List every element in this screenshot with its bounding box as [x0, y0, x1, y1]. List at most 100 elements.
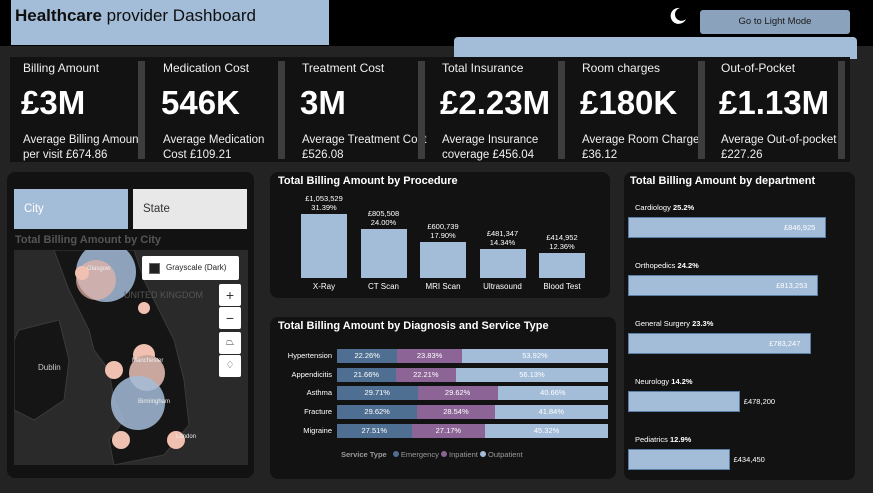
compass-icon[interactable]: ♢ [219, 355, 241, 377]
kpi-label: Treatment Cost [302, 61, 385, 75]
department-value-label: £813,253 [776, 281, 808, 290]
department-bar[interactable] [628, 449, 730, 470]
kpi-card-out-of-pocket: Out-of-Pocket £1.13M Average Out-of-pock… [708, 57, 850, 162]
kpi-card-treatment: Treatment Cost 3M Average Treatment Cost… [289, 57, 429, 162]
diagnosis-segment[interactable]: 22.26% [337, 349, 398, 363]
department-label: Pediatrics 12.9% [635, 435, 692, 444]
kpi-strip: Billing Amount £3M Average Billing Amoun… [10, 57, 850, 162]
diagnosis-category-label: Hypertension [287, 351, 332, 360]
kpi-label: Billing Amount [23, 61, 100, 75]
diagnosis-segment[interactable]: 29.62% [337, 405, 418, 420]
legend-inpatient: Inpatient [449, 450, 478, 459]
city-map[interactable]: UNITED KINGDOM Dublin Glasgow Manchester… [14, 250, 248, 465]
procedure-bar[interactable] [479, 248, 526, 278]
legend-outpatient: Outpatient [488, 450, 523, 459]
department-label: General Surgery 23.3% [635, 319, 714, 328]
map-title: Total Billing Amount by City [15, 234, 162, 246]
bubble[interactable] [105, 361, 123, 379]
procedure-percent-label: 14.34% [489, 237, 516, 247]
legend-inpatient-dot [440, 451, 447, 457]
department-chart-title: Total Billing Amount by department [630, 175, 816, 187]
department-bar[interactable] [628, 391, 740, 412]
city-slicer[interactable]: City [14, 189, 128, 229]
kpi-sub: Average Billing Amount per visit £674.86 [23, 134, 142, 161]
kpi-sub: Average Out-of-pocket £227.26 [721, 134, 837, 161]
title-banner: Healthcare provider Dashboard [11, 0, 329, 45]
map-style-selector[interactable]: Grayscale (Dark) [142, 256, 239, 280]
procedure-category-label: MRI Scan [425, 282, 461, 291]
map-canvas: UNITED KINGDOM Dublin Glasgow Manchester… [14, 250, 248, 465]
map-style-icon [149, 263, 160, 274]
map-style-label: Grayscale (Dark) [166, 263, 227, 272]
department-value-label: £478,200 [743, 397, 776, 406]
procedure-bar[interactable] [301, 214, 347, 278]
kpi-label: Out-of-Pocket [721, 61, 796, 75]
procedure-percent-label: 12.36% [549, 241, 575, 251]
diagnosis-category-label: Appendicitis [291, 369, 332, 379]
diagnosis-segment[interactable]: 56.13% [455, 367, 608, 382]
department-value-label: £434,450 [733, 455, 765, 464]
kpi-value: £2.23M [440, 84, 551, 121]
diagnosis-segment[interactable]: 53.92% [461, 349, 608, 363]
kpi-value: £1.13M [719, 84, 830, 121]
diagnosis-category-label: Migraine [303, 425, 332, 435]
procedure-percent-label: 31.39% [311, 203, 337, 212]
map-label-uk: UNITED KINGDOM [124, 290, 203, 300]
map-label-manchester: Manchester [132, 358, 163, 364]
legend-outpatient-dot [479, 451, 486, 457]
procedure-percent-label: 17.90% [430, 230, 456, 240]
procedure-category-label: X-Ray [312, 282, 336, 291]
department-label: Neurology 14.2% [635, 377, 693, 386]
kpi-value: £3M [21, 84, 86, 121]
bubble[interactable] [112, 431, 130, 449]
diagnosis-segment[interactable]: 45.32% [485, 423, 608, 438]
kpi-divider [418, 61, 425, 159]
kpi-sub: Average Room Charge £36.12 [582, 134, 700, 161]
kpi-sub: Average Medication Cost £109.21 [163, 134, 265, 161]
kpi-card-medication: Medication Cost 546K Average Medication … [150, 57, 290, 162]
procedure-chart-title: Total Billing Amount by Procedure [278, 175, 458, 187]
legend-emergency-dot [392, 451, 399, 457]
diagnosis-category-label: Asthma [306, 388, 332, 398]
kpi-label: Total Insurance [442, 61, 524, 75]
diagnosis-segment[interactable]: 40.66% [497, 386, 608, 401]
department-label: Cardiology 25.2% [635, 203, 695, 212]
map-label-dublin: Dublin [38, 363, 61, 372]
procedure-percent-label: 24.00% [370, 218, 397, 228]
kpi-label: Room charges [582, 61, 661, 75]
procedure-bar[interactable] [360, 229, 407, 278]
bubble[interactable] [138, 302, 150, 314]
kpi-sub: Average Insurance coverage £456.04 [442, 134, 539, 161]
diagnosis-segment[interactable]: 27.17% [411, 423, 486, 438]
diagnosis-segment[interactable]: 23.83% [397, 349, 462, 363]
diagnosis-segment[interactable]: 29.71% [337, 386, 418, 401]
diagnosis-segment[interactable]: 41.84% [494, 405, 608, 420]
legend-title: Service Type [341, 450, 387, 459]
procedure-category-label: Ultrasound [483, 282, 522, 291]
diagnosis-segment[interactable]: 21.66% [337, 367, 396, 382]
kpi-divider [698, 61, 705, 159]
zoom-in-button[interactable]: + [219, 284, 241, 306]
kpi-value: 3M [300, 84, 346, 121]
diagnosis-segment[interactable]: 28.54% [417, 405, 495, 420]
tilt-icon[interactable]: ⏢ [219, 332, 241, 354]
diagnosis-segment[interactable]: 29.62% [417, 386, 498, 401]
diagnosis-segment[interactable]: 27.51% [337, 423, 412, 438]
map-label-london: London [176, 434, 196, 440]
kpi-card-room: Room charges £180K Average Room Charge £… [569, 57, 709, 162]
kpi-card-insurance: Total Insurance £2.23M Average Insurance… [429, 57, 569, 162]
legend-emergency: Emergency [400, 450, 439, 459]
state-slicer[interactable]: State [133, 189, 247, 229]
moon-icon[interactable] [669, 7, 687, 25]
light-mode-button[interactable]: Go to Light Mode [700, 10, 850, 34]
kpi-value: £180K [580, 84, 678, 121]
page-title: Healthcare provider Dashboard [15, 6, 256, 25]
department-value-label: £846,925 [784, 223, 816, 232]
kpi-label: Medication Cost [163, 61, 250, 75]
kpi-divider [838, 61, 845, 159]
procedure-bar[interactable] [539, 252, 585, 278]
procedure-bar[interactable] [420, 241, 466, 278]
zoom-out-button[interactable]: − [219, 307, 241, 329]
diagnosis-segment[interactable]: 22.21% [395, 367, 456, 382]
diagnosis-chart-title: Total Billing Amount by Diagnosis and Se… [278, 320, 549, 332]
